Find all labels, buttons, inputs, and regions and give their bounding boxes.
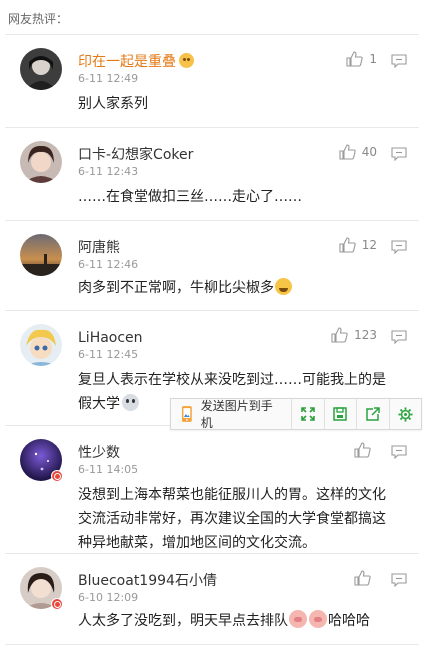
username[interactable]: 口卡-幻想家Coker <box>78 147 193 163</box>
share-icon <box>366 407 380 421</box>
comment-text: 没想到上海本帮菜也能征服川人的胃。这样的文化 交流活动非常好，再次建议全国的大学… <box>78 483 405 555</box>
thumbs-up-icon <box>346 51 364 67</box>
comment-icon <box>391 54 407 69</box>
like-button[interactable] <box>354 570 377 586</box>
comment-icon <box>391 573 407 588</box>
reply-button[interactable] <box>391 444 407 463</box>
like-button[interactable]: 40 <box>339 144 377 160</box>
timestamp: 6-11 12:46 <box>78 258 139 271</box>
avatar[interactable] <box>20 234 62 276</box>
comment-list: 印在一起是重叠 6-11 12:49 1 别人家系列 口卡-幻想家Coker 6… <box>5 34 419 645</box>
timestamp: 6-10 12:09 <box>78 591 139 604</box>
comment-text-line: 复旦人表示在学校从来没吃到过……可能我上的是 <box>78 372 386 388</box>
comment-text: 人太多了没吃到，明天早点去排队 哈哈哈 <box>78 609 405 633</box>
comment-icon <box>391 330 407 345</box>
comment-item: 性少数 6-11 14:05 没想到上海本帮菜也能征服川人的胃。这样的文化 交流… <box>5 426 419 554</box>
pig-emoji-icon <box>309 610 327 628</box>
expand-icon <box>301 407 315 421</box>
avatar[interactable] <box>20 48 62 90</box>
scared-emoji-icon <box>122 394 139 411</box>
reply-button[interactable] <box>391 53 407 72</box>
comment-text: 肉多到不正常啊，牛柳比尖椒多 <box>78 276 405 300</box>
fullscreen-button[interactable] <box>292 399 325 429</box>
like-count: 123 <box>354 328 377 342</box>
comment-icon <box>391 445 407 460</box>
comment-text-line: 交流活动非常好，再次建议全国的大学食堂都搞这 <box>78 511 386 527</box>
vip-emoji-icon <box>179 53 194 68</box>
phone-image-icon <box>181 406 192 422</box>
reply-button[interactable] <box>391 572 407 591</box>
verified-badge-icon <box>51 470 63 482</box>
pig-emoji-icon <box>289 610 307 628</box>
username[interactable]: 印在一起是重叠 <box>78 54 176 70</box>
send-image-to-phone-button[interactable]: 发送图片到手机 <box>171 399 293 430</box>
comment-text-line: 没想到上海本帮菜也能征服川人的胃。这样的文化 <box>78 487 386 503</box>
like-button[interactable]: 1 <box>346 51 377 67</box>
comment-item: 口卡-幻想家Coker 6-11 12:43 40 ……在食堂做扣三丝……走心了… <box>5 128 419 221</box>
like-count: 12 <box>361 238 377 252</box>
comment-item: 印在一起是重叠 6-11 12:49 1 别人家系列 <box>5 35 419 128</box>
reply-button[interactable] <box>391 239 407 258</box>
username[interactable]: 阿唐熊 <box>78 240 120 256</box>
share-button[interactable] <box>357 399 390 429</box>
avatar[interactable] <box>20 324 62 366</box>
like-button[interactable] <box>354 442 377 458</box>
save-button[interactable] <box>325 399 358 429</box>
send-image-label: 发送图片到手机 <box>200 399 273 430</box>
timestamp: 6-11 12:43 <box>78 165 139 178</box>
reply-button[interactable] <box>391 146 407 165</box>
comment-item: 阿唐熊 6-11 12:46 12 肉多到不正常啊，牛柳比尖椒多 <box>5 221 419 311</box>
comment-icon <box>391 147 407 162</box>
comment-text: ……在食堂做扣三丝……走心了…… <box>78 189 302 205</box>
laughing-emoji-icon <box>275 278 292 295</box>
gear-icon <box>398 406 413 422</box>
verified-badge-icon <box>51 598 63 610</box>
thumbs-up-icon <box>331 327 348 343</box>
timestamp: 6-11 14:05 <box>78 463 139 476</box>
timestamp: 6-11 12:45 <box>78 348 139 361</box>
avatar[interactable] <box>20 141 62 183</box>
settings-button[interactable] <box>390 399 421 429</box>
timestamp: 6-11 12:49 <box>78 72 139 85</box>
like-count: 40 <box>361 145 377 159</box>
image-toolbar: 发送图片到手机 <box>170 398 422 430</box>
username[interactable]: Bluecoat1994石小倩 <box>78 573 217 589</box>
thumbs-up-icon <box>354 570 371 586</box>
like-button[interactable]: 123 <box>331 327 377 343</box>
thumbs-up-icon <box>354 442 371 458</box>
save-icon <box>333 407 348 421</box>
like-count: 1 <box>369 52 377 66</box>
like-button[interactable]: 12 <box>339 237 377 253</box>
username[interactable]: LiHaocen <box>78 330 143 346</box>
thumbs-up-icon <box>339 144 356 160</box>
comment-text: 别人家系列 <box>78 96 148 112</box>
comment-text-content: 肉多到不正常啊，牛柳比尖椒多 <box>78 280 274 296</box>
section-title: 网友热评： <box>8 12 69 26</box>
reply-button[interactable] <box>391 329 407 348</box>
comment-text-content: 假大学 <box>78 396 120 412</box>
comment-icon <box>391 240 407 255</box>
thumbs-up-icon <box>339 237 356 253</box>
comment-item: Bluecoat1994石小倩 6-10 12:09 人太多了没吃到，明天早点去… <box>5 554 419 645</box>
username[interactable]: 性少数 <box>78 445 120 461</box>
comment-text-content: 哈哈哈 <box>328 613 370 629</box>
comment-text-line: 种异地献菜，增加地区间的文化交流。 <box>78 535 316 551</box>
comment-text-content: 人太多了没吃到，明天早点去排队 <box>78 613 288 629</box>
